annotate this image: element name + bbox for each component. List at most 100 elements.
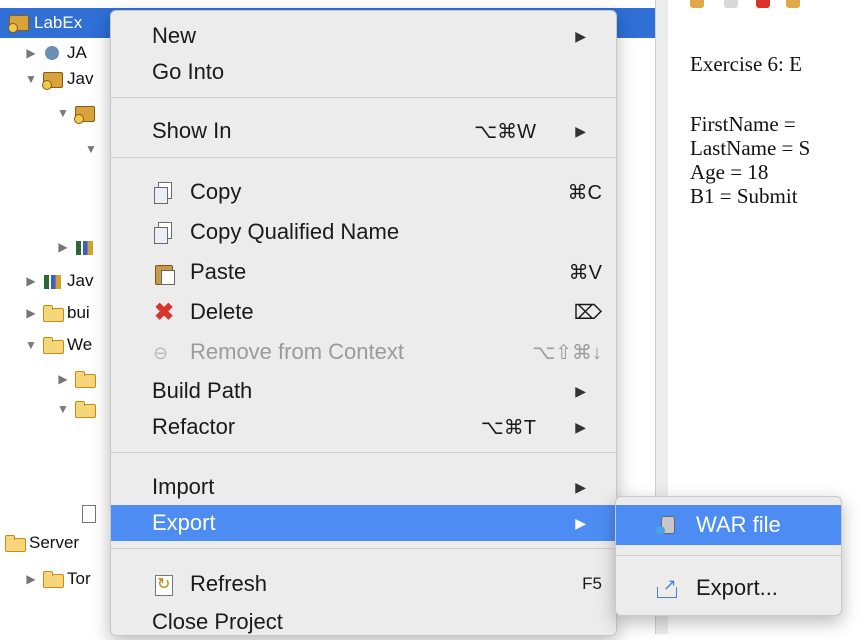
tree-row[interactable]: ▼ (56, 100, 99, 126)
submenu-item-label: WAR file (696, 512, 781, 537)
refresh-icon (153, 574, 175, 596)
folder-icon (42, 336, 64, 354)
menu-item-copy-qualified-name[interactable]: Copy Qualified Name (111, 214, 616, 250)
menu-shortcut: ⌘V (568, 261, 602, 284)
menu-item-label: Remove from Context (190, 339, 404, 364)
submenu-arrow-icon: ▶ (575, 514, 586, 531)
menu-item-label: Close Project (152, 609, 283, 634)
web-service-icon (42, 44, 64, 62)
tree-row[interactable]: ▶ Jav (24, 268, 93, 294)
submenu-item-label: Export... (696, 575, 778, 600)
tree-row[interactable]: ▼ Jav (24, 66, 93, 92)
tree-label: We (67, 335, 93, 354)
tree-row[interactable]: Server (4, 530, 79, 556)
copy-qualified-name-icon (153, 222, 175, 244)
menu-item-label: New (152, 23, 197, 48)
toolbar-icon[interactable] (690, 0, 704, 8)
menu-item-delete[interactable]: ✖ Delete ⌦ (111, 294, 616, 330)
menu-separator (111, 157, 616, 158)
tree-label: Jav (67, 271, 94, 290)
tree-row[interactable]: ▼ (84, 136, 102, 162)
menu-item-label: Export (152, 510, 216, 535)
submenu-arrow-icon: ▶ (575, 27, 586, 44)
folder-icon (74, 370, 96, 388)
menu-separator (111, 97, 616, 98)
tree-row[interactable]: ▶ (56, 366, 99, 392)
project-icon (42, 70, 64, 90)
library-icon (74, 238, 96, 256)
collapse-arrow-icon[interactable]: ▼ (56, 106, 70, 120)
file-icon (78, 504, 100, 523)
tree-label: Tor (67, 569, 91, 588)
submenu-arrow-icon: ▶ (575, 478, 586, 495)
page-heading: Exercise 6: E (690, 52, 802, 76)
folder-icon (42, 304, 64, 322)
tree-label: Jav (67, 69, 94, 88)
expand-arrow-icon[interactable]: ▶ (56, 372, 70, 386)
menu-item-go-into[interactable]: Go Into (111, 54, 616, 90)
tree-row[interactable]: ▶ JA (24, 40, 87, 66)
menu-shortcut: ⌦ (573, 301, 602, 324)
menu-item-label: Refresh (190, 571, 268, 596)
context-menu: New ▶ Go Into Show In ⌥⌘W ▶ Copy ⌘C Copy… (110, 10, 617, 636)
collapse-arrow-icon[interactable]: ▼ (24, 338, 38, 352)
menu-item-label: Copy Qualified Name (190, 219, 400, 244)
menu-shortcut: ⌥⌘T (480, 416, 536, 439)
copy-icon (153, 182, 175, 204)
menu-item-import[interactable]: Import ▶ (111, 469, 616, 505)
menu-separator (111, 452, 616, 453)
expand-arrow-icon[interactable]: ▶ (24, 306, 38, 320)
menu-item-label: Delete (190, 299, 254, 324)
menu-item-show-in[interactable]: Show In ⌥⌘W ▶ (111, 113, 616, 149)
output-line: Age = 18 (690, 160, 769, 184)
menu-shortcut: ⌥⌘W (474, 120, 536, 143)
tree-label: bui (67, 303, 90, 322)
submenu-arrow-icon: ▶ (575, 382, 586, 399)
collapse-arrow-icon[interactable]: ▼ (24, 72, 38, 86)
paste-icon (153, 262, 175, 285)
menu-item-refactor[interactable]: Refactor ⌥⌘T ▶ (111, 409, 616, 445)
menu-item-new[interactable]: New ▶ (111, 18, 616, 54)
collapse-arrow-icon[interactable]: ▼ (56, 402, 70, 416)
menu-shortcut: ⌘C (567, 181, 602, 204)
submenu-item-war-file[interactable]: WAR file (616, 505, 841, 545)
folder-icon (42, 570, 64, 588)
expand-arrow-icon[interactable]: ▶ (56, 240, 70, 254)
tree-row[interactable]: ▼ (56, 396, 99, 422)
expand-arrow-icon[interactable]: ▶ (24, 46, 38, 60)
menu-separator (111, 548, 616, 549)
tree-row[interactable]: ▶ Tor (24, 566, 91, 592)
menu-separator (616, 555, 841, 556)
toolbar-icon[interactable] (756, 0, 770, 8)
toolbar-icon[interactable] (786, 0, 800, 8)
remove-context-icon: ⊖ (153, 343, 169, 363)
output-line: LastName = S (690, 136, 811, 160)
menu-shortcut: F5 (582, 574, 602, 593)
expand-arrow-icon[interactable]: ▶ (24, 572, 38, 586)
delete-icon: ✖ (153, 299, 175, 326)
menu-item-label: Show In (152, 118, 232, 143)
tree-row[interactable]: ▼ We (24, 332, 92, 358)
menu-item-refresh[interactable]: Refresh F5 (111, 566, 616, 602)
menu-item-label: Import (152, 474, 215, 499)
menu-item-label: Go Into (152, 59, 225, 84)
tree-row[interactable]: ▶ bui (24, 300, 90, 326)
collapse-arrow-icon[interactable]: ▼ (84, 142, 98, 156)
menu-item-remove-from-context[interactable]: ⊖ Remove from Context ⌥⇧⌘↓ (111, 334, 616, 370)
expand-arrow-icon[interactable]: ▶ (24, 274, 38, 288)
menu-item-build-path[interactable]: Build Path ▶ (111, 373, 616, 409)
war-file-icon (656, 514, 678, 536)
export-icon (656, 575, 678, 599)
menu-item-paste[interactable]: Paste ⌘V (111, 254, 616, 290)
tree-label: JA (67, 43, 87, 62)
menu-item-label: Build Path (152, 378, 253, 403)
menu-item-close-project[interactable]: Close Project (111, 604, 616, 640)
folder-icon (74, 400, 96, 418)
tree-row[interactable]: ▶ (56, 234, 99, 260)
toolbar-icon[interactable] (724, 0, 738, 8)
tree-row[interactable] (78, 500, 103, 526)
menu-item-export[interactable]: Export ▶ (111, 505, 616, 541)
submenu-item-export[interactable]: Export... (616, 568, 841, 608)
menu-shortcut: ⌥⇧⌘↓ (532, 341, 602, 364)
menu-item-copy[interactable]: Copy ⌘C (111, 174, 616, 210)
